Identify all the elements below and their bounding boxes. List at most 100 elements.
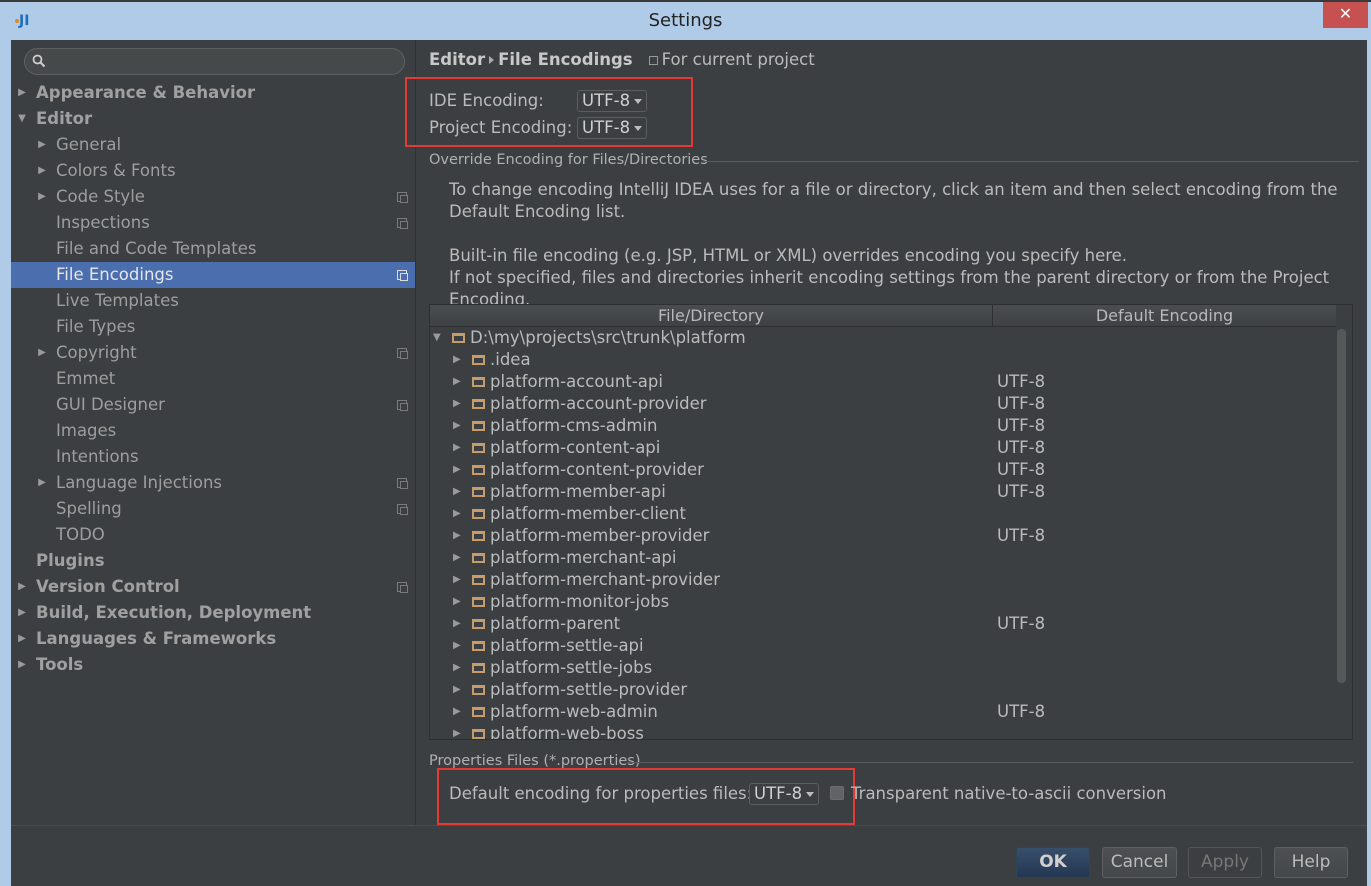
native-to-ascii-checkbox[interactable] bbox=[830, 786, 844, 800]
table-row[interactable]: ▶ platform-web-boss bbox=[430, 723, 1336, 739]
expand-arrow-right-icon[interactable]: ▶ bbox=[16, 80, 28, 106]
sidebar-item-intentions[interactable]: Intentions bbox=[11, 444, 415, 470]
expand-arrow-right-icon[interactable]: ▶ bbox=[36, 158, 48, 184]
breadcrumb-parent: Editor bbox=[429, 50, 486, 69]
expand-arrow-right-icon[interactable]: ▶ bbox=[16, 652, 28, 678]
expand-arrow-right-icon[interactable]: ▶ bbox=[16, 574, 28, 600]
expand-arrow-right-icon[interactable]: ▶ bbox=[453, 547, 463, 569]
sidebar-item-code-style[interactable]: ▶ Code Style bbox=[11, 184, 415, 210]
expand-arrow-right-icon[interactable]: ▶ bbox=[453, 701, 463, 723]
chevron-down-icon bbox=[634, 126, 643, 131]
expand-arrow-right-icon[interactable]: ▶ bbox=[36, 184, 48, 210]
project-scope-icon bbox=[397, 478, 408, 489]
expand-arrow-right-icon[interactable]: ▶ bbox=[453, 503, 463, 525]
table-row[interactable]: ▶ platform-content-api UTF-8 bbox=[430, 437, 1336, 459]
table-row[interactable]: ▶ platform-member-provider UTF-8 bbox=[430, 525, 1336, 547]
table-row[interactable]: ▶ platform-web-admin UTF-8 bbox=[430, 701, 1336, 723]
table-row[interactable]: ▶ platform-monitor-jobs bbox=[430, 591, 1336, 613]
project-encoding-select[interactable]: UTF-8 bbox=[577, 117, 648, 139]
expand-arrow-right-icon[interactable]: ▶ bbox=[453, 723, 463, 739]
expand-arrow-right-icon[interactable]: ▶ bbox=[453, 613, 463, 635]
help-button[interactable]: Help bbox=[1274, 847, 1348, 878]
expand-arrow-right-icon[interactable]: ▶ bbox=[453, 437, 463, 459]
table-row[interactable]: ▶ platform-account-api UTF-8 bbox=[430, 371, 1336, 393]
sidebar-item-language-injections[interactable]: ▶ Language Injections bbox=[11, 470, 415, 496]
row-encoding[interactable]: UTF-8 bbox=[997, 393, 1045, 415]
table-scrollbar-thumb[interactable] bbox=[1337, 329, 1346, 683]
table-row[interactable]: ▶ platform-merchant-provider bbox=[430, 569, 1336, 591]
expand-arrow-right-icon[interactable]: ▶ bbox=[453, 569, 463, 591]
expand-arrow-right-icon[interactable]: ▶ bbox=[453, 459, 463, 481]
sidebar-item-spelling[interactable]: Spelling bbox=[11, 496, 415, 522]
row-encoding[interactable]: UTF-8 bbox=[997, 459, 1045, 481]
sidebar-item-file-and-code-templates[interactable]: File and Code Templates bbox=[11, 236, 415, 262]
row-encoding[interactable]: UTF-8 bbox=[997, 701, 1045, 723]
search-input[interactable] bbox=[24, 48, 405, 75]
table-row[interactable]: ▶ platform-settle-api bbox=[430, 635, 1336, 657]
expand-arrow-down-icon[interactable]: ▼ bbox=[433, 327, 443, 349]
sidebar-item-label: Language Injections bbox=[56, 473, 223, 492]
table-row[interactable]: ▶ .idea bbox=[430, 349, 1336, 371]
row-encoding[interactable]: UTF-8 bbox=[997, 525, 1045, 547]
sidebar-item-tools[interactable]: ▶ Tools bbox=[11, 652, 415, 678]
row-encoding[interactable]: UTF-8 bbox=[997, 613, 1045, 635]
expand-arrow-right-icon[interactable]: ▶ bbox=[16, 600, 28, 626]
sidebar-item-file-encodings[interactable]: File Encodings bbox=[11, 262, 415, 288]
row-encoding[interactable]: UTF-8 bbox=[997, 415, 1045, 437]
row-encoding[interactable]: UTF-8 bbox=[997, 371, 1045, 393]
table-row[interactable]: ▶ platform-member-api UTF-8 bbox=[430, 481, 1336, 503]
expand-arrow-right-icon[interactable]: ▶ bbox=[453, 349, 463, 371]
expand-arrow-right-icon[interactable]: ▶ bbox=[453, 415, 463, 437]
row-encoding[interactable]: UTF-8 bbox=[997, 481, 1045, 503]
expand-arrow-down-icon[interactable]: ▼ bbox=[16, 106, 28, 132]
column-header-file-directory[interactable]: File/Directory bbox=[430, 305, 993, 327]
sidebar-item-general[interactable]: ▶ General bbox=[11, 132, 415, 158]
column-header-default-encoding[interactable]: Default Encoding bbox=[993, 305, 1336, 327]
expand-arrow-right-icon[interactable]: ▶ bbox=[453, 679, 463, 701]
expand-arrow-right-icon[interactable]: ▶ bbox=[36, 340, 48, 366]
sidebar-item-build-execution-deployment[interactable]: ▶ Build, Execution, Deployment bbox=[11, 600, 415, 626]
sidebar-item-images[interactable]: Images bbox=[11, 418, 415, 444]
expand-arrow-right-icon[interactable]: ▶ bbox=[453, 371, 463, 393]
sidebar-item-colors-fonts[interactable]: ▶ Colors & Fonts bbox=[11, 158, 415, 184]
expand-arrow-right-icon[interactable]: ▶ bbox=[453, 393, 463, 415]
native-to-ascii-label[interactable]: Transparent native-to-ascii conversion bbox=[851, 784, 1167, 803]
sidebar-item-emmet[interactable]: Emmet bbox=[11, 366, 415, 392]
table-row-root[interactable]: ▼ D:\my\projects\src\trunk\platform bbox=[430, 327, 1336, 349]
expand-arrow-right-icon[interactable]: ▶ bbox=[453, 481, 463, 503]
table-row[interactable]: ▶ platform-settle-jobs bbox=[430, 657, 1336, 679]
properties-section-title: Properties Files (*.properties) bbox=[429, 753, 641, 769]
table-row[interactable]: ▶ platform-merchant-api bbox=[430, 547, 1336, 569]
expand-arrow-right-icon[interactable]: ▶ bbox=[36, 132, 48, 158]
sidebar-item-todo[interactable]: TODO bbox=[11, 522, 415, 548]
row-encoding[interactable]: UTF-8 bbox=[997, 437, 1045, 459]
sidebar-item-copyright[interactable]: ▶ Copyright bbox=[11, 340, 415, 366]
table-row[interactable]: ▶ platform-account-provider UTF-8 bbox=[430, 393, 1336, 415]
expand-arrow-right-icon[interactable]: ▶ bbox=[453, 591, 463, 613]
close-button[interactable]: ✕ bbox=[1323, 2, 1368, 28]
expand-arrow-right-icon[interactable]: ▶ bbox=[453, 657, 463, 679]
sidebar-item-version-control[interactable]: ▶ Version Control bbox=[11, 574, 415, 600]
table-row[interactable]: ▶ platform-parent UTF-8 bbox=[430, 613, 1336, 635]
sidebar-item-file-types[interactable]: File Types bbox=[11, 314, 415, 340]
table-row[interactable]: ▶ platform-content-provider UTF-8 bbox=[430, 459, 1336, 481]
table-row[interactable]: ▶ platform-cms-admin UTF-8 bbox=[430, 415, 1336, 437]
sidebar-item-live-templates[interactable]: Live Templates bbox=[11, 288, 415, 314]
expand-arrow-right-icon[interactable]: ▶ bbox=[453, 525, 463, 547]
properties-encoding-select[interactable]: UTF-8 bbox=[749, 783, 820, 805]
sidebar-item-editor[interactable]: ▼ Editor bbox=[11, 106, 415, 132]
sidebar-item-appearance-behavior[interactable]: ▶ Appearance & Behavior bbox=[11, 80, 415, 106]
table-row[interactable]: ▶ platform-settle-provider bbox=[430, 679, 1336, 701]
cancel-button[interactable]: Cancel bbox=[1102, 847, 1177, 878]
ok-button[interactable]: OK bbox=[1016, 847, 1090, 878]
ide-encoding-select[interactable]: UTF-8 bbox=[577, 90, 648, 112]
expand-arrow-right-icon[interactable]: ▶ bbox=[36, 470, 48, 496]
sidebar-item-gui-designer[interactable]: GUI Designer bbox=[11, 392, 415, 418]
sidebar-item-inspections[interactable]: Inspections bbox=[11, 210, 415, 236]
expand-arrow-right-icon[interactable]: ▶ bbox=[16, 626, 28, 652]
sidebar-item-languages-frameworks[interactable]: ▶ Languages & Frameworks bbox=[11, 626, 415, 652]
table-row[interactable]: ▶ platform-member-client bbox=[430, 503, 1336, 525]
expand-arrow-right-icon[interactable]: ▶ bbox=[453, 635, 463, 657]
apply-button[interactable]: Apply bbox=[1188, 847, 1262, 878]
sidebar-item-plugins[interactable]: Plugins bbox=[11, 548, 415, 574]
